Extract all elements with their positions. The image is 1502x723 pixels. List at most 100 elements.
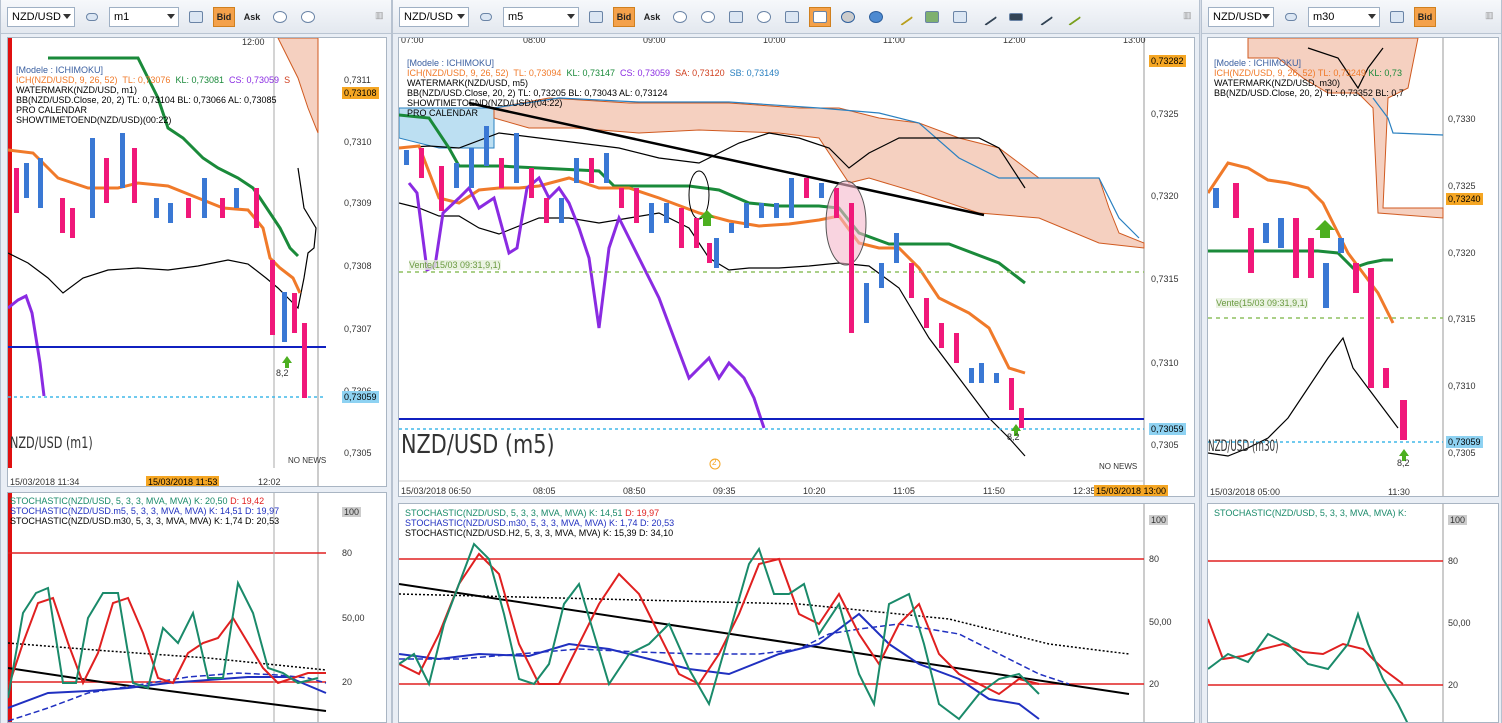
bid-button[interactable]: Bid: [613, 6, 635, 27]
trendline-icon[interactable]: [1061, 7, 1083, 27]
chevron-down-icon: [167, 13, 175, 19]
ask-button[interactable]: Ask: [641, 7, 663, 27]
price-chart-m30: [1208, 38, 1444, 496]
stoch-pane-m1[interactable]: STOCHASTIC(NZD/USD, 5, 3, 3, MVA, MVA) K…: [7, 492, 387, 723]
chevron-down-icon: [457, 13, 465, 19]
timeframe-select[interactable]: m30: [1308, 6, 1380, 27]
bid-button[interactable]: Bid: [1414, 6, 1436, 27]
toolbar-m30: NZD/USD m30 Bid ▥: [1202, 0, 1501, 34]
stoch-d-line: [1208, 618, 1404, 685]
stoch-legend-line: STOCHASTIC(NZD/USD.m5, 5, 3, 3, MVA, MVA…: [10, 506, 280, 516]
lines-icon[interactable]: [1005, 7, 1027, 27]
time-label-bottom: 08:05: [533, 486, 556, 496]
time-label-top: 11:00: [883, 37, 905, 45]
symbol-value: NZD/USD: [12, 10, 61, 23]
zoom-in-icon[interactable]: [669, 7, 691, 27]
legend-m1: [Modele : ICHIMOKU] ICH(NZD/USD, 9, 26, …: [16, 65, 290, 125]
link-icon[interactable]: [81, 7, 103, 27]
price-pane-m5[interactable]: [Modele : ICHIMOKU] ICH(NZD/USD, 9, 26, …: [398, 37, 1195, 497]
stoch-legend-m30: STOCHASTIC(NZD/USD, 5, 3, 3, MVA, MVA) K…: [1214, 508, 1407, 518]
stoch-legend-line: STOCHASTIC(NZD/USD, 5, 3, 3, MVA, MVA) K…: [405, 508, 623, 518]
stoch-pane-m30[interactable]: STOCHASTIC(NZD/USD, 5, 3, 3, MVA, MVA) K…: [1207, 503, 1499, 723]
ich-cs: CS: 0,73059: [229, 75, 280, 85]
legend-line: [Modele : ICHIMOKU]: [1214, 58, 1302, 68]
stoch-tick: 20: [342, 677, 353, 687]
link-icon[interactable]: [475, 7, 497, 27]
time-label-bottom: 11:50: [983, 486, 1005, 496]
legend-line: SHOWTIMETOEND(NZD/USD)(04:22): [407, 98, 563, 108]
stoch-tick: 80: [1448, 556, 1459, 566]
vente-label: Vente(15/03 09:31,9,1): [409, 260, 501, 270]
stoch-legend-line: STOCHASTIC(NZD/USD.m30, 5, 3, 3, MVA, MV…: [10, 516, 280, 526]
magnifier-icon[interactable]: [753, 7, 775, 27]
zoom-in-icon[interactable]: [269, 7, 291, 27]
stoch-chart-m30: [1208, 504, 1444, 722]
fan-icon[interactable]: [1033, 7, 1055, 27]
time-label-bottom: 12:35: [1073, 486, 1096, 496]
chart-type-icon[interactable]: [185, 7, 207, 27]
y-tick: 0,7330: [1448, 114, 1476, 124]
time-label-bottom: 15/03/2018 11:34: [10, 477, 80, 487]
legend-m5: [Modele : ICHIMOKU] ICH(NZD/USD, 9, 26, …: [407, 58, 779, 118]
ask-button[interactable]: Ask: [241, 7, 263, 27]
price-tag-top: 0,73240: [1446, 193, 1483, 205]
chevron-down-icon: [1368, 13, 1376, 19]
stoch-chart-m1: [8, 493, 327, 722]
link-icon[interactable]: [1280, 7, 1302, 27]
legend-line: ICH(NZD/USD, 9, 26, 52): [407, 68, 509, 78]
time-label-top: 10:00: [763, 37, 786, 45]
symbol-select[interactable]: NZD/USD: [7, 6, 75, 27]
stoch-tick: 50,00: [1448, 618, 1471, 628]
time-label-bottom: 10:20: [803, 486, 826, 496]
stoch-tick: 20: [1149, 679, 1160, 689]
bid-button[interactable]: Bid: [213, 6, 235, 27]
ich-kl: KL: 0,73147: [566, 68, 615, 78]
time-label-bottom: 15/03/2018 06:50: [401, 486, 472, 496]
panel-menu-icon[interactable]: ▥: [375, 10, 385, 22]
bollinger-line: [8, 167, 317, 310]
stoch-legend-d: D: 19,97: [625, 508, 660, 518]
template-icon[interactable]: [949, 7, 971, 27]
time-label-top: 07:00: [401, 37, 424, 45]
ich-tl: TL: 0,73094: [513, 68, 562, 78]
time-label-bottom: 09:35: [713, 486, 736, 496]
stoch-tick: 100: [342, 507, 362, 517]
y-tick: 0,7310: [344, 137, 372, 147]
symbol-select[interactable]: NZD/USD: [399, 6, 469, 27]
ruler-icon[interactable]: [893, 7, 915, 27]
chevron-down-icon: [567, 13, 575, 19]
refresh-icon[interactable]: [837, 7, 859, 27]
stoch-h2-line: [399, 583, 1130, 695]
price-tag-current: 0,73059: [1149, 423, 1186, 435]
stoch-tick: 20: [1448, 680, 1459, 690]
fit-icon[interactable]: [781, 7, 803, 27]
price-pane-m1[interactable]: [Modele : ICHIMOKU] ICH(NZD/USD, 9, 26, …: [7, 37, 387, 487]
image-icon[interactable]: [921, 7, 943, 27]
symbol-value: NZD/USD: [1213, 10, 1262, 23]
scroll-icon[interactable]: [725, 7, 747, 27]
chart-type-icon[interactable]: [1386, 7, 1408, 27]
timeframe-select[interactable]: m1: [109, 6, 179, 27]
timeframe-select[interactable]: m5: [503, 6, 579, 27]
panel-menu-icon[interactable]: ▥: [1485, 10, 1495, 22]
indicator-icon[interactable]: [977, 7, 999, 27]
legend-line: SHOWTIMETOEND(NZD/USD)(00:22): [16, 115, 172, 125]
stoch-pane-m5[interactable]: STOCHASTIC(NZD/USD, 5, 3, 3, MVA, MVA) K…: [398, 503, 1195, 723]
legend-line: BB(NZD/USD.Close, 20, 2) TL: 0,73205 BL:…: [407, 88, 668, 98]
time-label-bottom: 11:05: [893, 486, 915, 496]
crosshair-button[interactable]: [809, 6, 831, 27]
symbol-select[interactable]: NZD/USD: [1208, 6, 1274, 27]
zoom-out-icon[interactable]: [297, 7, 319, 27]
time-label-bottom: 12:02: [258, 477, 281, 487]
chart-type-icon[interactable]: [585, 7, 607, 27]
price-tag-current: 0,73059: [1446, 436, 1483, 448]
globe-icon[interactable]: [865, 7, 887, 27]
time-label-top: 12:00: [1003, 37, 1026, 45]
price-tag-top: 0,73108: [342, 87, 379, 99]
y-tick: 0,7315: [1448, 314, 1476, 324]
price-pane-m30[interactable]: [Modele : ICHIMOKU] ICH(NZD/USD, 9, 26, …: [1207, 37, 1499, 497]
stoch-tick: 50,00: [342, 613, 365, 623]
stoch-legend-line: STOCHASTIC(NZD/USD.H2, 5, 3, 3, MVA, MVA…: [405, 528, 674, 538]
panel-menu-icon[interactable]: ▥: [1183, 10, 1193, 22]
zoom-out-icon[interactable]: [697, 7, 719, 27]
